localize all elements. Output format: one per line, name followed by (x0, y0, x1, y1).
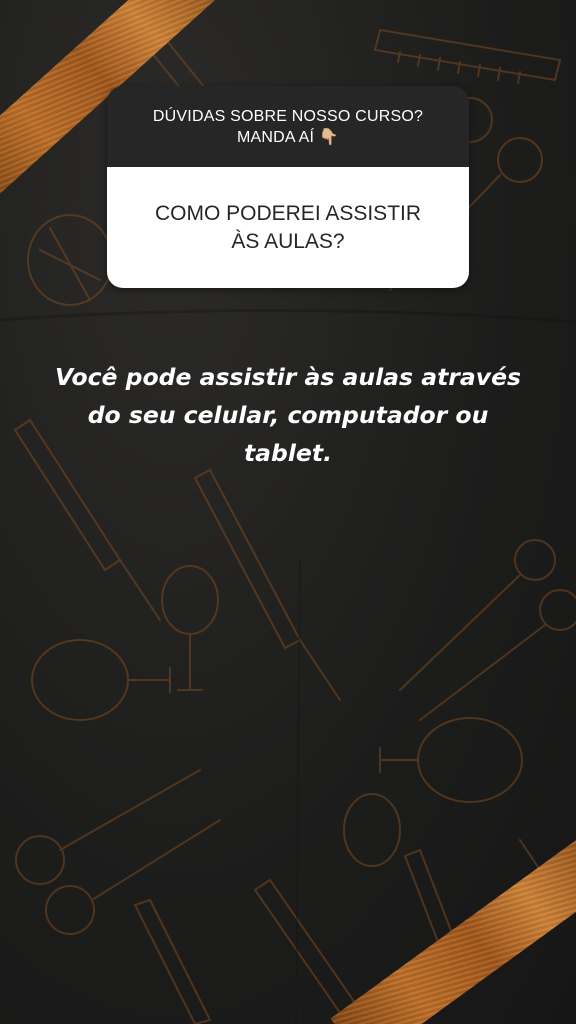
question-line-1: COMO PODEREI ASSISTIR (154, 201, 422, 225)
paper-crease (0, 308, 576, 324)
comb-icon (133, 898, 212, 1024)
spray-bottle-icon (343, 717, 523, 867)
question-sticker-prompt: DÚVIDAS SOBRE NOSSO CURSO? MANDA AÍ 👇🏼 (107, 86, 469, 167)
answer-line-3: tablet. (243, 439, 333, 467)
answer-line-2: do seu celular, computador ou (87, 401, 489, 429)
straight-razor-icon (193, 468, 341, 701)
question-line-2: ÀS AULAS? (231, 229, 345, 253)
prompt-line-1: DÚVIDAS SOBRE NOSSO CURSO? (152, 107, 424, 125)
scissors-icon (15, 769, 221, 935)
question-sticker-answer: COMO PODEREI ASSISTIR ÀS AULAS? (107, 167, 469, 288)
question-sticker[interactable]: DÚVIDAS SOBRE NOSSO CURSO? MANDA AÍ 👇🏼 C… (107, 86, 469, 288)
comb-icon (373, 28, 562, 84)
spray-bottle-icon (31, 639, 171, 721)
answer-text: Você pode assistir às aulas através do s… (10, 358, 566, 472)
razor-icon (253, 878, 362, 1022)
prompt-line-2: MANDA AÍ 👇🏼 (237, 128, 339, 146)
scissors-icon (399, 539, 576, 721)
answer-line-1: Você pode assistir às aulas através (55, 363, 521, 391)
